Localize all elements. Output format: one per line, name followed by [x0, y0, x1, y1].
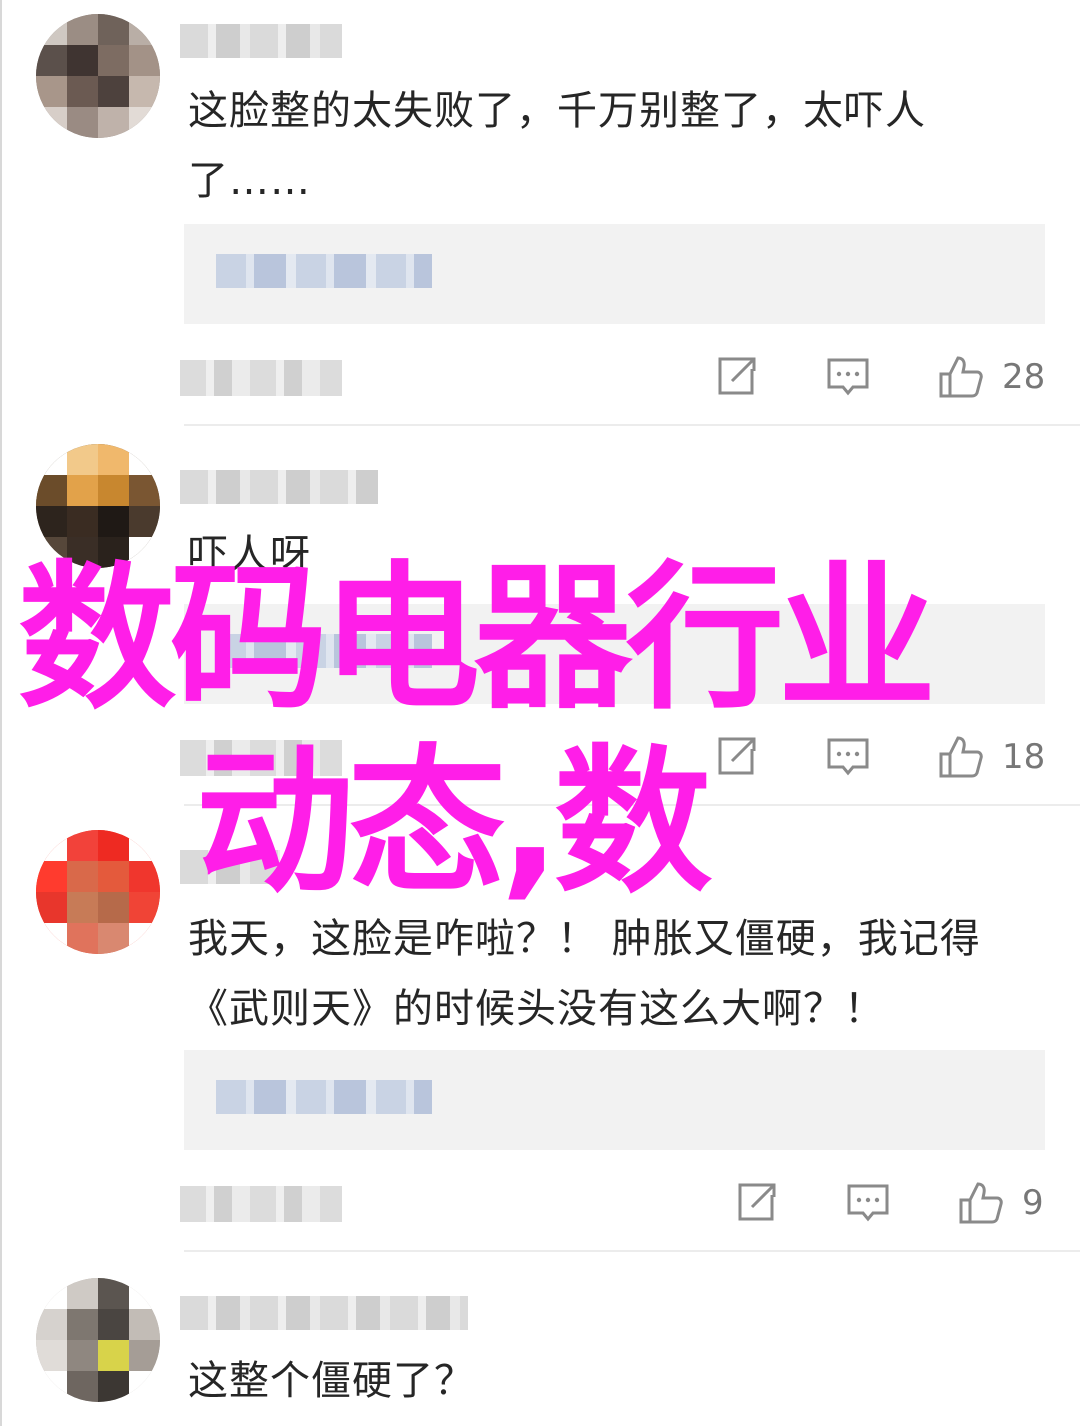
share-button[interactable] [714, 732, 758, 782]
like-button[interactable]: 28 [938, 352, 1045, 402]
comment-icon [847, 1184, 889, 1222]
comment-icon [827, 358, 869, 396]
username[interactable] [180, 24, 342, 58]
share-icon [738, 1183, 776, 1221]
share-icon [718, 737, 756, 775]
reply-preview[interactable] [184, 1050, 1045, 1150]
share-button[interactable] [734, 1178, 778, 1228]
reply-preview[interactable] [184, 224, 1045, 324]
thumbs-up-icon [939, 736, 983, 778]
divider [184, 424, 1080, 426]
comment-text: 这脸整的太失败了，千万别整了，太吓人 了…… [188, 76, 1044, 216]
username[interactable] [180, 470, 378, 504]
thumbs-up-icon [959, 1182, 1003, 1224]
username[interactable] [180, 1296, 468, 1330]
like-button[interactable]: 18 [938, 732, 1045, 782]
comment-text-line: 《武则天》的时候头没有这么大啊？！ [188, 986, 885, 1032]
reply-preview[interactable] [184, 604, 1045, 704]
comment-text-line: 这脸整的太失败了，千万别整了，太吓人 [188, 88, 926, 134]
timestamp [180, 740, 342, 776]
like-count: 9 [1022, 1183, 1044, 1223]
timestamp [180, 1186, 342, 1222]
comment-icon [827, 738, 869, 776]
thumbs-up-icon [939, 356, 983, 398]
reply-button[interactable] [826, 352, 870, 402]
timestamp [180, 360, 342, 396]
comment-text: 这整个僵硬了？ [188, 1346, 1044, 1416]
like-count: 18 [1002, 737, 1046, 777]
avatar[interactable] [36, 1278, 160, 1402]
comment-text-line: 这整个僵硬了？ [188, 1358, 475, 1404]
avatar[interactable] [36, 444, 160, 568]
like-count: 28 [1002, 357, 1046, 397]
avatar[interactable] [36, 830, 160, 954]
left-border [0, 0, 2, 1426]
comment-text-line: 了…… [188, 158, 311, 204]
reply-preview-text [216, 634, 432, 668]
divider [184, 1250, 1080, 1252]
share-button[interactable] [714, 352, 758, 402]
comment-text: 我天，这脸是咋啦？！ 肿胀又僵硬，我记得 《武则天》的时候头没有这么大啊？！ [188, 904, 1044, 1044]
reply-preview-text [216, 1080, 432, 1114]
reply-button[interactable] [846, 1178, 890, 1228]
share-icon [718, 357, 756, 395]
reply-preview-text [216, 254, 432, 288]
comment-text-line: 吓人呀 [188, 532, 311, 578]
avatar[interactable] [36, 14, 160, 138]
divider [184, 804, 1080, 806]
comment-text-line: 我天，这脸是咋啦？！ 肿胀又僵硬，我记得 [188, 916, 981, 962]
comment-text: 吓人呀 [188, 520, 1044, 590]
like-button[interactable]: 9 [958, 1178, 1044, 1228]
username[interactable] [180, 850, 280, 884]
reply-button[interactable] [826, 732, 870, 782]
